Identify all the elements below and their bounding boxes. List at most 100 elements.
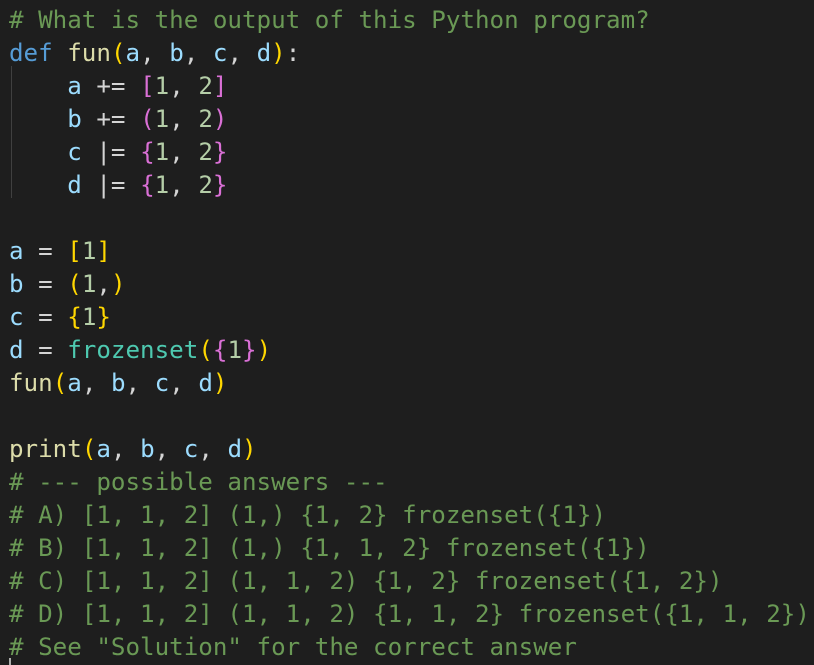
code-line[interactable]: # C) [1, 1, 2] (1, 1, 2) {1, 2} frozense… — [9, 565, 814, 598]
code-token-op: |= — [81, 138, 141, 166]
code-token-b1: ( — [110, 39, 126, 67]
code-token-num: 1 — [154, 171, 170, 199]
code-token-punc: , — [198, 435, 228, 463]
code-token-num: 1 — [81, 237, 97, 265]
code-token-var: c — [183, 435, 199, 463]
code-token-var: a — [96, 435, 111, 463]
code-line[interactable]: fun(a, b, c, d) — [9, 367, 814, 400]
code-line[interactable] — [9, 202, 814, 235]
code-token-punc: , — [169, 105, 199, 133]
code-token-punc: , — [96, 270, 111, 298]
code-token-var: c — [67, 138, 82, 166]
code-token-b1: ( — [67, 270, 82, 298]
code-token-b2: { — [140, 138, 155, 166]
code-token-punc: , — [110, 435, 141, 463]
code-line[interactable]: a += [1, 2] — [9, 70, 814, 103]
code-token-fn: fun — [67, 39, 111, 67]
code-token-punc: , — [183, 39, 213, 67]
code-token-var: a — [67, 369, 82, 397]
code-line[interactable]: # A) [1, 1, 2] (1,) {1, 2} frozenset({1}… — [9, 499, 814, 532]
code-token-var: a — [67, 72, 82, 100]
code-token-b2: } — [212, 138, 228, 166]
code-line[interactable]: c |= {1, 2} — [9, 136, 814, 169]
code-token-num: 1 — [81, 270, 97, 298]
code-token-b2: { — [212, 336, 228, 364]
code-token-b1: ) — [256, 336, 272, 364]
code-line[interactable]: # See "Solution" for the correct answer — [9, 631, 814, 664]
code-token-var: a — [9, 237, 24, 265]
code-token-b1: ( — [52, 369, 68, 397]
code-token-num: 1 — [154, 138, 170, 166]
code-line[interactable]: b += (1, 2) — [9, 103, 814, 136]
code-line[interactable]: d |= {1, 2} — [9, 169, 814, 202]
code-token-var: c — [9, 303, 24, 331]
code-token-num: 1 — [154, 105, 170, 133]
code-token-op: |= — [81, 171, 141, 199]
code-token-var: c — [212, 39, 228, 67]
code-line[interactable]: c = {1} — [9, 301, 814, 334]
code-token-var: d — [9, 336, 24, 364]
code-token-punc: , — [169, 369, 199, 397]
code-token-num: 1 — [227, 336, 242, 364]
code-token-b2: } — [212, 171, 228, 199]
code-token-punc: , — [140, 39, 170, 67]
code-token-b1: ) — [271, 39, 286, 67]
code-line[interactable] — [9, 400, 814, 433]
code-token-comment: # B) [1, 1, 2] (1,) {1, 1, 2} frozenset(… — [9, 534, 650, 562]
code-line[interactable]: d = frozenset({1}) — [9, 334, 814, 367]
indent-guide — [11, 66, 12, 198]
code-token-num: 2 — [198, 171, 213, 199]
code-line[interactable]: a = [1] — [9, 235, 814, 268]
code-token-b1: [ — [67, 237, 82, 265]
code-token-b1: ) — [110, 270, 126, 298]
code-token-op: = — [23, 303, 68, 331]
code-token-b1: { — [67, 303, 82, 331]
code-token-punc: , — [81, 369, 111, 397]
code-token-punc: , — [227, 39, 257, 67]
code-token-var: d — [256, 39, 272, 67]
code-token-var: d — [67, 171, 82, 199]
code-line[interactable]: # D) [1, 1, 2] (1, 1, 2) {1, 1, 2} froze… — [9, 598, 814, 631]
code-token-var: d — [227, 435, 242, 463]
code-token-b1: ( — [81, 435, 97, 463]
code-token-b1: ) — [212, 369, 228, 397]
code-token-var: b — [67, 105, 82, 133]
code-token-num: 1 — [81, 303, 97, 331]
code-token-comment: # See "Solution" for the correct answer — [9, 633, 577, 661]
code-token-op: = — [23, 237, 68, 265]
code-token-comment: # --- possible answers --- — [9, 468, 388, 496]
code-token-var: a — [125, 39, 141, 67]
code-token-cls: frozenset — [67, 336, 199, 364]
code-line[interactable]: print(a, b, c, d) — [9, 433, 814, 466]
code-editor[interactable]: # What is the output of this Python prog… — [9, 4, 814, 665]
code-line[interactable]: def fun(a, b, c, d): — [9, 37, 814, 70]
code-token-b2: ] — [212, 72, 228, 100]
code-token-op — [53, 39, 68, 67]
code-token-b1: ) — [242, 435, 257, 463]
code-token-b1: } — [96, 303, 111, 331]
code-line[interactable]: # What is the output of this Python prog… — [9, 4, 814, 37]
code-token-op: = — [23, 270, 68, 298]
code-token-comment: # A) [1, 1, 2] (1,) {1, 2} frozenset({1}… — [9, 501, 607, 529]
code-token-b2: [ — [140, 72, 155, 100]
code-token-var: c — [154, 369, 170, 397]
code-token-num: 2 — [198, 138, 213, 166]
code-token-kw: def — [9, 39, 53, 67]
code-token-op: += — [81, 72, 141, 100]
code-token-comment: # D) [1, 1, 2] (1, 1, 2) {1, 1, 2} froze… — [9, 600, 810, 628]
code-token-b2: } — [242, 336, 257, 364]
code-token-op: = — [23, 336, 68, 364]
code-token-punc: , — [125, 369, 155, 397]
code-token-op — [9, 72, 67, 100]
code-token-var: b — [9, 270, 24, 298]
code-token-punc: : — [285, 39, 301, 67]
code-token-var: d — [198, 369, 213, 397]
code-line[interactable]: b = (1,) — [9, 268, 814, 301]
code-line[interactable]: # B) [1, 1, 2] (1,) {1, 1, 2} frozenset(… — [9, 532, 814, 565]
code-token-var: b — [110, 369, 126, 397]
code-token-var: b — [140, 435, 155, 463]
code-line[interactable]: # --- possible answers --- — [9, 466, 814, 499]
code-token-op — [9, 138, 67, 166]
code-token-num: 2 — [198, 105, 213, 133]
code-token-comment: # What is the output of this Python prog… — [9, 6, 650, 34]
